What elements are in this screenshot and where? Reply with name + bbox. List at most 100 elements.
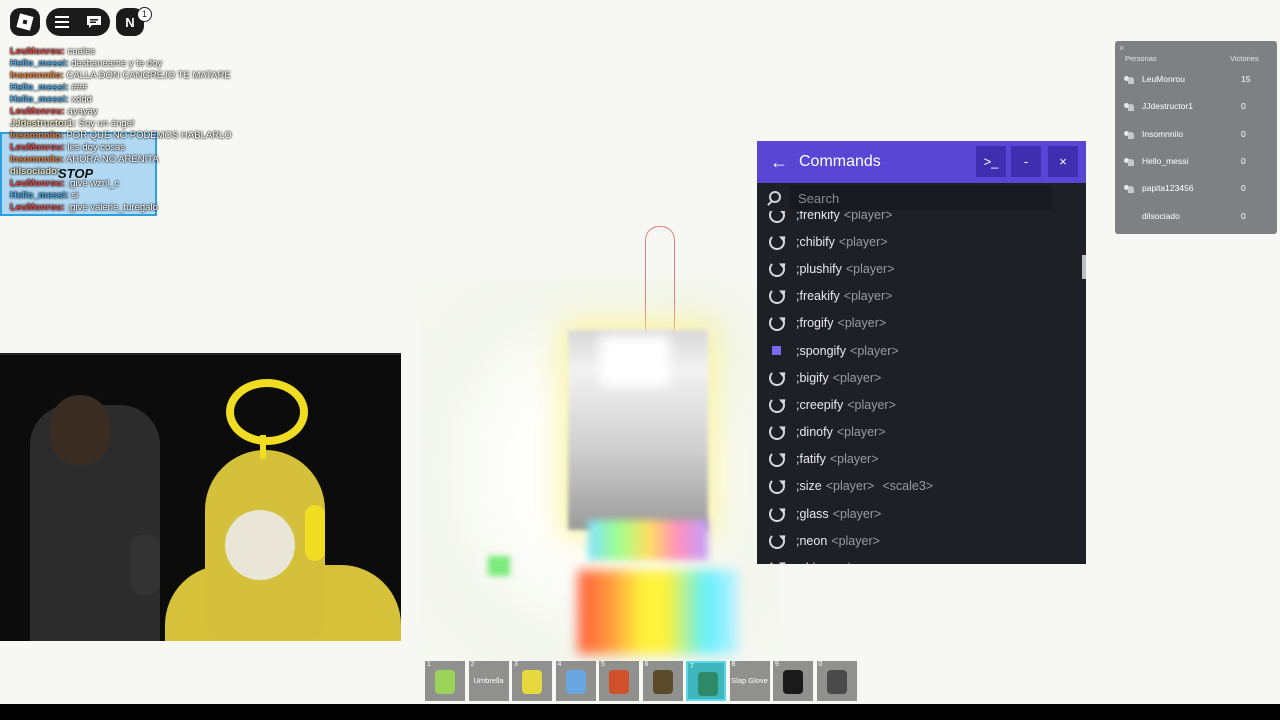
chat-username[interactable]: dilsociado: xyxy=(10,166,60,177)
command-name: ;fatify xyxy=(796,452,826,467)
chat-message: Hello_messi: si xyxy=(10,190,270,202)
chat-message: Hello_messi: xddd xyxy=(10,94,270,106)
leaderboard-row[interactable]: Insomnniio 0 xyxy=(1115,122,1277,149)
slot-number: 0 xyxy=(818,661,823,668)
refresh-icon xyxy=(769,211,785,223)
command-name: ;chibify xyxy=(796,234,835,249)
chat-username[interactable]: LeuMonrou: xyxy=(10,178,65,189)
leaderboard-row[interactable]: papita123456 0 xyxy=(1115,176,1277,203)
search-input[interactable] xyxy=(790,186,1052,210)
friends-icon xyxy=(1124,76,1134,84)
command-name: ;shine xyxy=(796,561,829,564)
chat-username[interactable]: Insomnniio: xyxy=(10,70,64,81)
command-item[interactable]: ;chibify <player> xyxy=(757,228,1086,255)
hotbar-slot[interactable]: 3 xyxy=(512,661,552,701)
console-button[interactable]: >_ xyxy=(976,146,1006,177)
chat-username[interactable]: Insomnniio: xyxy=(10,130,64,141)
refresh-icon xyxy=(769,369,785,386)
friends-icon xyxy=(1124,185,1134,194)
command-name: ;plushify xyxy=(796,261,842,276)
leaderboard-row[interactable]: LeuMonrou 15 xyxy=(1115,67,1277,94)
command-item[interactable]: ;bigify <player> xyxy=(757,364,1086,391)
chat-text: Soy un ángel xyxy=(78,118,135,129)
hotbar-slot[interactable]: 9 xyxy=(773,661,813,701)
tool-icon xyxy=(698,672,718,696)
close-button[interactable]: × xyxy=(1048,146,1078,177)
hotbar-slot[interactable]: 2 Umbrella xyxy=(468,661,509,701)
chat-username[interactable]: LeuMonrou: xyxy=(10,106,65,117)
chat-username[interactable]: LeuMonrou: xyxy=(10,202,65,213)
hotbar-slot[interactable]: 7 xyxy=(686,661,726,701)
search-row xyxy=(757,183,1086,213)
leaderboard-row[interactable]: dilsociado 0 xyxy=(1115,204,1277,231)
chat-username[interactable]: Insomnniio: xyxy=(10,154,64,165)
commands-title: Commands xyxy=(799,153,881,170)
leaderboard: × Personas Victories LeuMonrou 15 JJdestru… xyxy=(1115,41,1277,234)
command-name: ;size xyxy=(796,479,822,494)
chat-username[interactable]: Hello_messi: xyxy=(10,94,69,105)
hotbar-slot[interactable]: 8 Slap Glove xyxy=(729,661,770,701)
slot-number: 8 xyxy=(731,661,736,668)
hotbar-slot[interactable]: 0 xyxy=(816,661,857,701)
minimize-button[interactable]: - xyxy=(1011,146,1041,177)
chat-message: Hello_messi: desbaneame y te doy xyxy=(10,58,270,70)
command-list-scrollbar[interactable] xyxy=(1082,255,1086,279)
chat-username[interactable]: JJdestructor1: xyxy=(10,118,76,129)
chat-message: Hello_messi: ### xyxy=(10,82,270,94)
command-list[interactable]: ;frenkify <player> ;chibify <player> ;plushi… xyxy=(757,211,1086,564)
back-arrow-icon[interactable]: ← xyxy=(767,150,791,174)
command-item[interactable]: ;freakify <player> xyxy=(757,283,1086,310)
chat-message: dilsociado: xyxy=(10,166,270,178)
command-item[interactable]: ;glass <player> xyxy=(757,500,1086,527)
chat-username[interactable]: Hello_messi: xyxy=(10,58,69,69)
command-item[interactable]: ;neon <player> xyxy=(757,527,1086,554)
hotbar-slot[interactable]: 6 xyxy=(642,661,683,701)
slot-label: Umbrella xyxy=(473,676,504,685)
tool-icon xyxy=(826,670,847,694)
command-args: <player> xyxy=(832,506,882,521)
command-args: <player> xyxy=(833,561,882,564)
command-item[interactable]: ;creepify <player> xyxy=(757,391,1086,418)
leaderboard-row[interactable]: JJdestructor1 0 xyxy=(1115,94,1277,121)
command-item[interactable]: ;frogify <player> xyxy=(757,310,1086,337)
chat-text: ### xyxy=(71,82,88,93)
roblox-menu-button[interactable] xyxy=(10,8,40,36)
hotbar: 1 2 Umbrella 3 4 5 6 7 8 Slap Glove 9 0 xyxy=(425,661,857,701)
player-wins: 0 xyxy=(1241,128,1246,139)
command-item[interactable]: ;plushify <player> xyxy=(757,255,1086,282)
command-args: <player> xyxy=(837,316,887,331)
command-item[interactable]: ;fatify <player> xyxy=(757,446,1086,473)
chat-message: LeuMonrou: ;give valerie_turegalo xyxy=(10,202,270,214)
command-item[interactable]: ;shine <player> xyxy=(757,554,1086,564)
command-item[interactable]: ;spongify <player> xyxy=(757,337,1086,364)
chat-username[interactable]: Hello_messi: xyxy=(10,190,69,201)
slot-number: 9 xyxy=(775,661,779,668)
command-item[interactable]: ;size <player> <scale3> xyxy=(757,473,1086,500)
chat-username[interactable]: Hello_messi: xyxy=(10,82,69,93)
streamer-webcam xyxy=(0,353,401,641)
command-item[interactable]: ;frenkify <player> xyxy=(757,211,1086,228)
chat-message: Insomnniio: CALLA DON CANGREJO TE MATARE xyxy=(10,70,270,82)
tool-icon xyxy=(522,670,542,694)
chat-message: Insomnniio: POR QUE NO PODEMOS HABLARLO xyxy=(10,130,270,142)
player-wins: 15 xyxy=(1241,74,1251,84)
chat-username[interactable]: LeuMonrou: xyxy=(10,46,65,57)
hotbar-slot[interactable]: 1 xyxy=(425,661,465,701)
leaderboard-row[interactable]: Hello_messi 0 xyxy=(1115,149,1277,176)
command-args: <player> xyxy=(825,479,875,494)
notification-badge: 1 xyxy=(137,7,152,22)
leaderboard-close-icon[interactable]: × xyxy=(1119,43,1124,53)
hotbar-slot[interactable]: 4 xyxy=(555,661,596,701)
chat-icon[interactable] xyxy=(86,15,102,29)
command-name: ;neon xyxy=(796,533,828,548)
hamburger-icon[interactable] xyxy=(54,16,69,28)
command-name: ;frenkify xyxy=(796,211,840,222)
chat-username[interactable]: LeuMonrou: xyxy=(10,142,65,153)
hotbar-slot[interactable]: 5 xyxy=(599,661,639,701)
leaderboard-wins-header: Victories xyxy=(1230,54,1259,63)
webcam-background-person xyxy=(30,395,160,641)
menu-chat-toggle[interactable] xyxy=(46,8,110,36)
chat-text: xddd xyxy=(71,94,92,105)
command-item[interactable]: ;dinofy <player> xyxy=(757,419,1086,446)
player-wins: 0 xyxy=(1241,101,1246,112)
